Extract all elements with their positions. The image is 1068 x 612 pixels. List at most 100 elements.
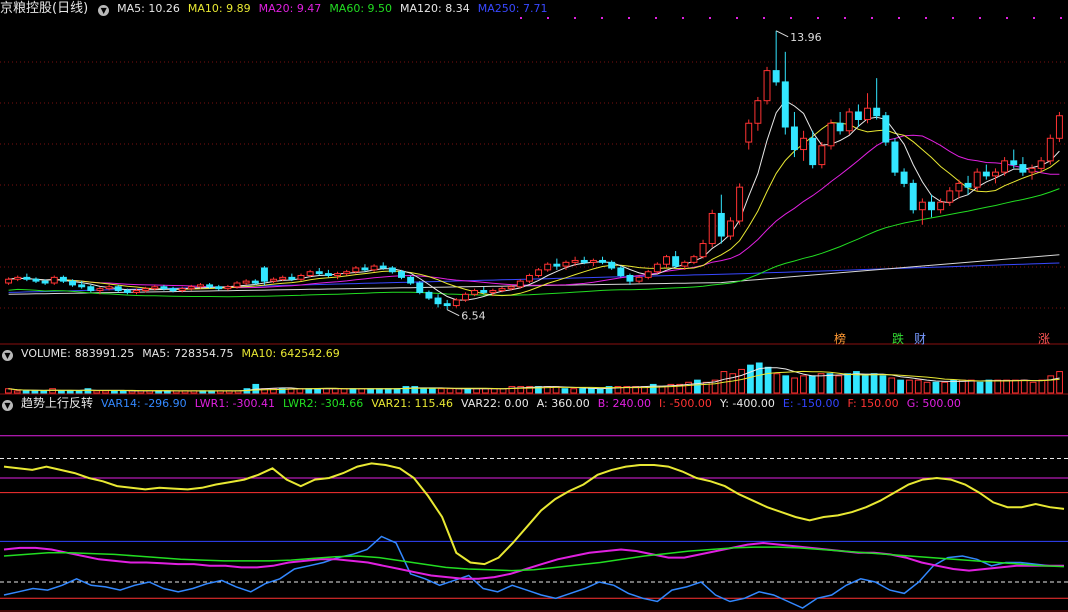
candle-body	[352, 267, 360, 273]
candle-body	[32, 278, 40, 282]
volume-bar	[932, 381, 940, 394]
volume-bar	[914, 379, 922, 394]
candle-body	[918, 201, 926, 211]
volume-bar	[994, 379, 1002, 394]
candle-body	[114, 286, 122, 292]
chevron-down-icon[interactable]: ▼	[2, 400, 13, 411]
volume-bar	[31, 390, 39, 394]
volume-bar	[764, 366, 772, 394]
candle-body	[480, 290, 488, 293]
ind-value: 150.00	[860, 397, 899, 410]
candle-body	[361, 267, 369, 271]
marker-dot	[682, 17, 684, 19]
marker-dot	[574, 17, 576, 19]
marker-dot	[817, 17, 819, 19]
candle-body	[50, 276, 58, 284]
candle-body	[1019, 164, 1027, 173]
candle-body	[398, 271, 405, 278]
candle-body	[635, 276, 643, 282]
candle-body	[525, 274, 533, 282]
candle-body	[699, 243, 707, 258]
volume-bar	[976, 381, 984, 394]
candle-body	[334, 273, 342, 276]
candle-body	[617, 267, 625, 276]
indicator-values: VAR14: -296.90 LWR1: -300.41 LWR2: -304.66…	[101, 397, 969, 410]
volume-bar	[755, 362, 763, 394]
high-pointer	[775, 30, 789, 38]
indicator-chart[interactable]	[0, 395, 1068, 612]
candle-body	[297, 274, 305, 280]
marker-dot	[1006, 17, 1008, 19]
candle-body	[864, 107, 872, 120]
indicator-panel[interactable]	[0, 395, 1068, 612]
candle-body	[1037, 160, 1045, 169]
marker-dot	[709, 17, 711, 19]
volume-ma5-label: MA5:	[142, 347, 171, 360]
candle-body	[544, 263, 552, 271]
candle-body	[836, 122, 844, 132]
lwr1-line	[3, 541, 1064, 580]
volume-bar	[579, 388, 586, 394]
marker-dot	[628, 17, 630, 19]
volume-title: VOLUME:	[21, 347, 71, 360]
marker-dot	[763, 17, 765, 19]
volume-bar	[941, 381, 949, 394]
volume-bar	[835, 375, 843, 394]
candle-body	[1010, 160, 1018, 166]
chevron-down-icon[interactable]: ▼	[98, 5, 110, 16]
ma-label: MA5:	[117, 2, 149, 15]
candle-body	[215, 286, 223, 290]
volume-bar	[305, 388, 313, 394]
candle-body	[379, 265, 387, 269]
volume-bar	[93, 390, 101, 394]
volume-bar	[490, 388, 498, 394]
candle-body	[535, 269, 543, 276]
ma-value: 10.26	[148, 2, 180, 15]
candle-body	[882, 115, 890, 143]
candle-body	[105, 286, 113, 290]
candle-body	[306, 271, 314, 276]
candle-body	[388, 267, 396, 273]
volume-bar	[879, 375, 887, 394]
var21-line	[3, 462, 1065, 566]
ind-label: LWR1:	[194, 397, 233, 410]
candle-body	[580, 259, 588, 263]
volume-bar	[773, 373, 781, 394]
candle-body	[251, 280, 259, 284]
marker-dot	[1060, 17, 1062, 19]
candle-body	[78, 284, 86, 288]
volume-ma5-value: 728354.75	[174, 347, 234, 360]
candle-body	[827, 122, 835, 147]
volume-bar	[596, 388, 604, 394]
tag-zhang[interactable]: 涨	[1038, 332, 1050, 346]
candle-body	[471, 290, 479, 295]
tag-bang[interactable]: 榜	[834, 332, 846, 346]
candle-body	[324, 273, 332, 276]
marker-dot	[844, 17, 846, 19]
ind-label: E:	[782, 397, 798, 410]
marker-dot	[871, 17, 873, 19]
candle-body	[946, 190, 954, 203]
tag-die[interactable]: 跌	[892, 332, 904, 346]
tag-cai[interactable]: 财	[914, 332, 926, 346]
candle-body	[589, 259, 597, 263]
candle-body	[1001, 160, 1009, 173]
volume-bar	[429, 388, 436, 394]
volume-bar	[1012, 379, 1019, 394]
ma60-line	[8, 188, 1060, 298]
ind-label: VAR22:	[461, 397, 505, 410]
marker-dot	[601, 17, 603, 19]
volume-value: 883991.25	[74, 347, 135, 360]
marker-dot	[898, 17, 900, 19]
chevron-down-icon[interactable]: ▼	[2, 350, 13, 361]
price-panel[interactable]: 13.96 6.54	[0, 0, 1068, 345]
ma20-line	[8, 134, 1060, 289]
ma-value: 9.89	[226, 2, 251, 15]
candle-body	[608, 261, 616, 269]
price-chart[interactable]: 13.96 6.54	[0, 0, 1068, 345]
ind-value: -500.00	[669, 397, 712, 410]
volume-bar	[499, 388, 507, 394]
candle-body	[818, 145, 826, 166]
volume-bar	[75, 390, 83, 394]
volume-bar	[808, 375, 816, 394]
